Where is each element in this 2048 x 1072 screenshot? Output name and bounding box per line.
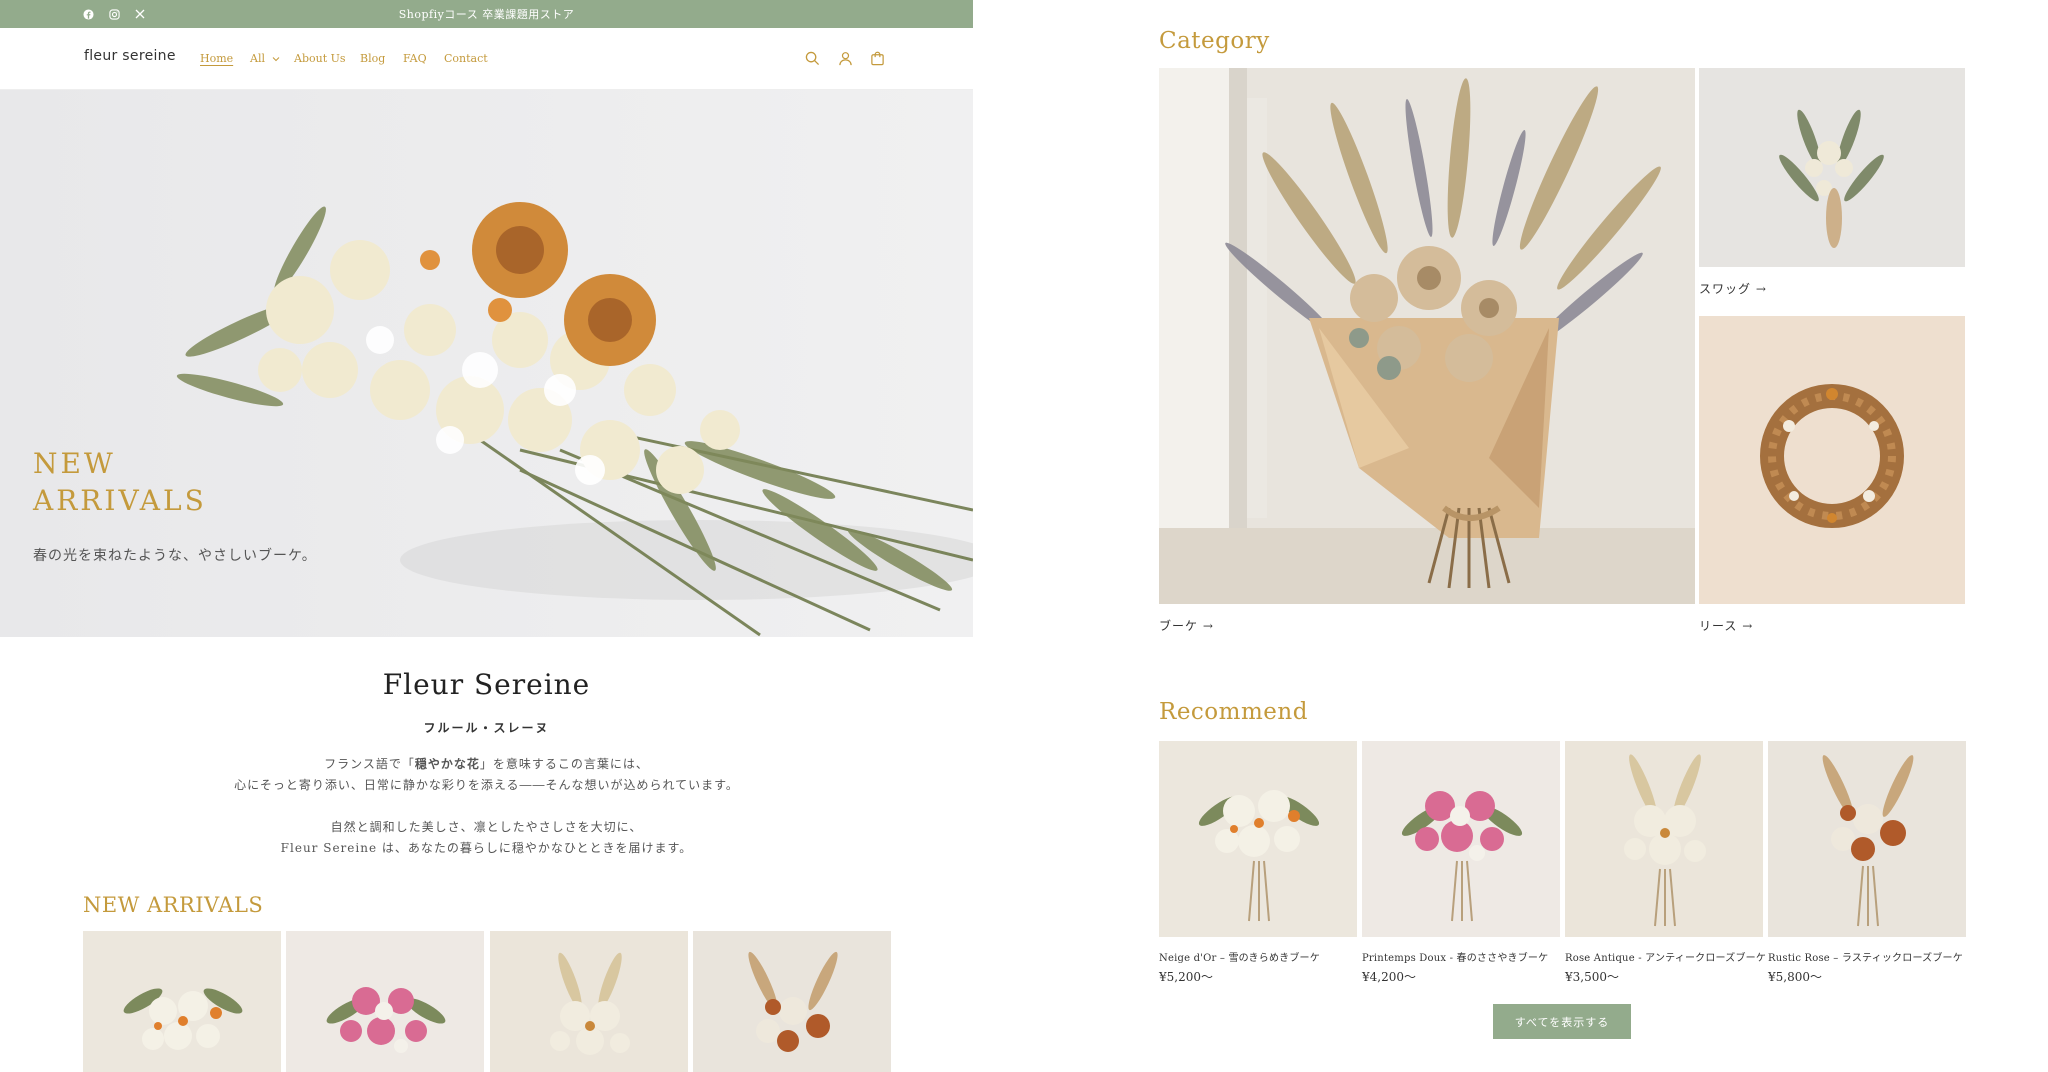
- product-card-1-price: ¥5,200～: [1159, 970, 1213, 984]
- nav-blog[interactable]: Blog: [360, 52, 385, 65]
- product-card-3-image[interactable]: [1565, 741, 1763, 937]
- product-card-3-price: ¥3,500～: [1565, 970, 1619, 984]
- new-arrival-card-1[interactable]: [83, 931, 281, 1072]
- category-label-wreath: リース: [1699, 619, 1738, 633]
- search-icon[interactable]: [803, 49, 821, 67]
- nav-contact[interactable]: Contact: [444, 52, 488, 65]
- category-link-wreath[interactable]: リース →: [1699, 617, 1753, 634]
- product-card-1-image[interactable]: [1159, 741, 1357, 937]
- swag-image: [1699, 68, 1965, 267]
- announcement-bar: Shopfiyコース 卒業課題用ストア: [0, 0, 973, 28]
- category-bouquet-image[interactable]: [1159, 68, 1695, 604]
- product-card-4-name[interactable]: Rustic Rose – ラスティックローズブーケ: [1768, 949, 1963, 964]
- new-arrival-card-2[interactable]: [286, 931, 484, 1072]
- new-arrivals-heading: NEW ARRIVALS: [83, 893, 264, 917]
- intro-line-1: フランス語で「穏やかな花」を意味するこの言葉には、: [0, 755, 973, 772]
- category-swag-image[interactable]: [1699, 68, 1965, 267]
- brand-title: Fleur Sereine: [382, 668, 591, 701]
- account-icon[interactable]: [836, 49, 854, 67]
- hero-title: NEW ARRIVALS: [33, 447, 207, 517]
- intro-line-1-bold: 穏やかな花: [414, 757, 480, 771]
- intro-line-3: 自然と調和した美しさ、凛としたやさしさを大切に、: [330, 820, 643, 834]
- arrow-right-icon: →: [1755, 282, 1767, 296]
- intro-line-2: 心にそっと寄り添い、日常に静かな彩りを添える――そんな想いが込められています。: [234, 778, 739, 792]
- nav-faq[interactable]: FAQ: [403, 52, 427, 65]
- category-heading: Category: [1159, 28, 1270, 54]
- product-image: [286, 931, 484, 1072]
- intro-line-4: Fleur Sereine は、あなたの暮らしに穏やかなひとときを届けます。: [280, 841, 693, 855]
- chevron-down-icon: [273, 57, 280, 62]
- intro-line-1-pre: フランス語で「: [324, 757, 415, 771]
- nav-about-us[interactable]: About Us: [294, 52, 346, 65]
- product-card-4-price: ¥5,800～: [1768, 970, 1822, 984]
- product-card-2-image[interactable]: [1362, 741, 1560, 937]
- cart-icon[interactable]: [868, 49, 886, 67]
- product-image: [83, 931, 281, 1072]
- category-link-swag[interactable]: スワッグ →: [1699, 280, 1767, 297]
- arrow-right-icon: →: [1742, 619, 1754, 633]
- arrow-right-icon: →: [1202, 619, 1214, 633]
- category-recommend-panel: Category ブーケ → スワッグ → リース → Recommend Ne…: [1074, 0, 2048, 1072]
- nav-all-label: All: [250, 52, 265, 65]
- product-image: [1768, 741, 1966, 937]
- new-arrival-card-4[interactable]: [693, 931, 891, 1072]
- view-all-button[interactable]: すべてを表示する: [1493, 1004, 1631, 1039]
- product-card-4-image[interactable]: [1768, 741, 1966, 937]
- site-logo[interactable]: fleur sereine: [84, 48, 176, 64]
- bouquet-image: [1159, 68, 1695, 604]
- wreath-image: [1699, 316, 1965, 604]
- hero-banner: NEW ARRIVALS 春の光を束ねたような、やさしいブーケ。: [0, 90, 973, 637]
- nav-home[interactable]: Home: [200, 52, 233, 65]
- product-card-2-name[interactable]: Printemps Doux - 春のささやきブーケ: [1362, 949, 1548, 964]
- category-wreath-image[interactable]: [1699, 316, 1965, 604]
- product-card-2-price: ¥4,200～: [1362, 970, 1416, 984]
- hero-subtitle: 春の光を束ねたような、やさしいブーケ。: [33, 548, 317, 564]
- product-image: [693, 931, 891, 1072]
- new-arrival-card-3[interactable]: [490, 931, 688, 1072]
- site-header: fleur sereine Home All About Us Blog FAQ…: [0, 28, 973, 90]
- storefront-home-panel: Shopfiyコース 卒業課題用ストア fleur sereine Home A…: [0, 0, 973, 1072]
- product-image: [1159, 741, 1357, 937]
- announcement-text: Shopfiyコース 卒業課題用ストア: [398, 8, 575, 21]
- nav-all[interactable]: All: [250, 52, 280, 65]
- category-link-bouquet[interactable]: ブーケ →: [1159, 617, 1214, 634]
- product-card-1-name[interactable]: Neige d'Or – 雪のきらめきブーケ: [1159, 949, 1320, 964]
- category-label-bouquet: ブーケ: [1159, 619, 1199, 633]
- product-image: [1565, 741, 1763, 937]
- product-image: [1362, 741, 1560, 937]
- product-card-3-name[interactable]: Rose Antique - アンティークローズブーケ: [1565, 949, 1766, 964]
- category-label-swag: スワッグ: [1699, 282, 1752, 296]
- intro-line-1-post: 」を意味するこの言葉には、: [479, 757, 649, 771]
- brand-subtitle: フルール・スレーヌ: [423, 721, 550, 735]
- recommend-heading: Recommend: [1159, 699, 1308, 725]
- product-image: [490, 931, 688, 1072]
